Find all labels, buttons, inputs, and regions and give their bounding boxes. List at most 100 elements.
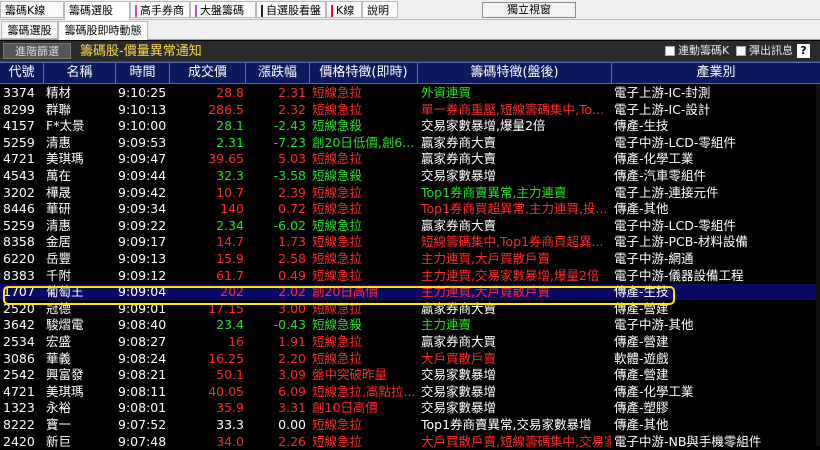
tab-color-mark — [331, 5, 333, 17]
table-row[interactable]: 4157 F*太景 9:10:00 28.1 -2.43 短線急殺 交易家數暴增,爆量2倍 傳… — [0, 118, 820, 134]
top-tab-label: 說明 — [367, 4, 389, 17]
stock-code-cell: 2520 — [3, 300, 35, 316]
table-row[interactable]: 2420 新巨 9:07:48 34.0 2.26 短線急拉 大戶買散戶賣,短線籌碼集中,交… — [0, 434, 820, 450]
table-row[interactable]: 8299 群聯 9:10:13 286.5 2.32 短線急拉 單一券商重壓,短線籌碼集中,… — [0, 102, 820, 118]
price-change-cell: 5.03 — [278, 151, 306, 167]
table-row[interactable]: 4543 萬在 9:09:44 32.3 -3.58 短線急殺 交易家數暴增 傳產-汽車零組件 — [0, 168, 820, 184]
top-tab-2[interactable]: 籌碼選股 — [64, 1, 130, 20]
price-feature-cell: 短線急殺 — [312, 168, 363, 183]
industry-cell: 傳產-其他 — [614, 417, 669, 432]
table-row[interactable]: 1707 葡萄王 9:09:04 202 2.02 創20日高價 主力連買,大戶買散戶賣 傳產… — [0, 284, 820, 301]
top-tab-1[interactable]: 籌碼K線 — [0, 1, 64, 18]
chip-feature-cell: 贏家券商大賣 — [421, 151, 497, 167]
price-change-cell: 6.09 — [278, 383, 306, 399]
chip-feature-cell: 交易家數暴增 — [421, 367, 497, 383]
table-row[interactable]: 8446 華研 9:09:34 140 0.72 短線急拉 Top1券商買超異常,主力連買,… — [0, 201, 820, 217]
table-row[interactable]: 3642 駿熠電 9:08:40 23.4 -0.43 短線急殺 主力連賣 電子中游-其他 — [0, 317, 820, 333]
table-row[interactable]: 3374 精材 9:10:25 28.8 2.31 短線急拉 外資連買 電子上游-IC-封測 — [0, 85, 820, 101]
top-tab-7[interactable]: 說明 — [362, 1, 398, 18]
industry-cell: 電子上游-PCB-材料設備 — [614, 234, 748, 250]
col-header-industry[interactable]: 產業別 — [612, 63, 820, 83]
top-tab-3[interactable]: 高手券商 — [130, 1, 190, 18]
trade-price-cell: 286.5 — [208, 101, 244, 117]
trade-price-cell: 35.9 — [216, 400, 244, 416]
stock-name-cell: 岳豐 — [46, 251, 72, 266]
table-row[interactable]: 2534 宏盛 9:08:27 16 1.91 短線急拉 贏家券商大買 傳產-營建 — [0, 334, 820, 350]
alert-time-cell: 9:09:12 — [118, 267, 167, 283]
price-change-cell: 0.72 — [278, 201, 306, 217]
table-row[interactable]: 2520 冠德 9:09:01 17.15 3.00 短線急拉 贏家券商大賣 傳產-營建 — [0, 301, 820, 317]
table-row[interactable]: 3086 華義 9:08:24 16.25 2.20 短線急拉 大戶買散戶賣 軟體-遊戲 — [0, 351, 820, 367]
float-window-button[interactable]: 獨立視窗 — [482, 2, 576, 18]
price-feature-cell: 創20日低價,創6... — [312, 134, 415, 150]
advanced-filter-button[interactable]: 進階篩選 — [3, 43, 71, 59]
subtab-chip-selection[interactable]: 籌碼選股 — [1, 21, 58, 39]
help-button[interactable]: ? — [797, 44, 810, 58]
chip-feature-cell: Top1券商買超異常,主力連買,投... — [421, 201, 608, 217]
table-row[interactable]: 2542 興富發 9:08:21 50.1 3.09 盤中突破昨量 交易家數暴增 傳產-營建 — [0, 367, 820, 383]
trade-price-cell: 16.25 — [208, 350, 244, 366]
table-row[interactable]: 6220 岳豐 9:09:13 15.9 2.58 短線急拉 主力連買,大戶買散戶賣 電子中游… — [0, 251, 820, 267]
stock-name-cell: 寶一 — [46, 417, 72, 432]
col-header-change[interactable]: 漲跌幅 — [246, 63, 310, 83]
table-row[interactable]: 4721 美琪瑪 9:08:11 40.05 6.09 短線急拉,高點拉... 交易家數暴增… — [0, 384, 820, 400]
chip-feature-cell: 主力連買,大戶買散戶賣 — [421, 251, 550, 266]
stock-code-cell: 8383 — [3, 267, 35, 283]
top-tab-4[interactable]: 大盤籌碼 — [190, 1, 256, 18]
col-header-price-feature[interactable]: 價格特徵(即時) — [310, 63, 418, 83]
industry-cell: 電子中游-NB與手機零組件 — [614, 433, 762, 449]
chip-feature-cell: 大戶買散戶賣 — [421, 350, 497, 366]
table-row[interactable]: 8383 千附 9:09:12 61.7 0.49 短線急拉 主力連買,交易家數暴增,爆量2… — [0, 268, 820, 284]
top-tab-5[interactable]: 自選股看盤 — [256, 1, 326, 18]
industry-cell: 電子上游-連接元件 — [614, 184, 719, 200]
col-header-chip-feature[interactable]: 籌碼特徵(盤後) — [418, 63, 612, 83]
tab-color-mark — [261, 5, 263, 17]
col-header-name[interactable]: 名稱 — [44, 63, 116, 83]
stock-code-cell: 4721 — [3, 383, 35, 399]
table-row[interactable]: 1323 永裕 9:08:01 35.9 3.31 創10日高價 交易家數暴增 傳產-塑膠 — [0, 400, 820, 416]
chip-feature-cell: 交易家數暴增 — [421, 383, 497, 399]
table-row[interactable]: 3202 樺晟 9:09:42 10.7 2.39 短線急拉 Top1券商賣異常,主力連賣 電… — [0, 185, 820, 201]
trade-price-cell: 32.3 — [216, 168, 244, 183]
table-header: 代號 名稱 時間 成交價 漲跌幅 價格特徵(即時) 籌碼特徵(盤後) 產業別 — [0, 62, 820, 84]
subtab-realtime-alerts[interactable]: 籌碼股即時動態 — [58, 21, 148, 40]
table-row[interactable]: 8222 寶一 9:07:52 33.3 0.00 短線急拉 Top1券商賣異常,交易家數暴… — [0, 417, 820, 433]
trade-price-cell: 61.7 — [216, 267, 244, 283]
trade-price-cell: 33.3 — [216, 417, 244, 432]
trade-price-cell: 10.7 — [216, 184, 244, 200]
stock-code-cell: 8299 — [3, 101, 35, 117]
chip-feature-cell: Top1券商賣異常,交易家數暴增 — [421, 417, 592, 432]
stock-code-cell: 4543 — [3, 168, 35, 183]
price-change-cell: 2.32 — [278, 101, 306, 117]
col-header-price[interactable]: 成交價 — [170, 63, 246, 83]
col-header-time[interactable]: 時間 — [116, 63, 170, 83]
price-change-cell: -7.23 — [273, 134, 306, 150]
table-row[interactable]: 5259 清惠 9:09:22 2.34 -6.02 短線急拉 贏家券商大賣 電子中游-LCD… — [0, 218, 820, 234]
col-header-code[interactable]: 代號 — [0, 63, 44, 83]
link-kline-checkbox[interactable] — [665, 46, 675, 56]
popup-message-checkbox[interactable] — [736, 46, 746, 56]
trade-price-cell: 14.7 — [216, 234, 244, 250]
price-change-cell: 2.39 — [278, 184, 306, 200]
stock-name-cell: 金居 — [46, 234, 72, 250]
industry-cell: 電子上游-IC-封測 — [614, 85, 711, 100]
industry-cell: 軟體-遊戲 — [614, 350, 669, 366]
stock-code-cell: 5259 — [3, 217, 35, 233]
table-row[interactable]: 8358 金居 9:09:17 14.7 1.73 短線急拉 短線籌碼集中,Top1券商買超… — [0, 234, 820, 250]
table-row[interactable]: 5259 清惠 9:09:53 2.31 -7.23 創20日低價,創6... 贏家券商大賣… — [0, 135, 820, 151]
stock-code-cell: 4721 — [3, 151, 35, 167]
trade-price-cell: 15.9 — [216, 251, 244, 266]
top-tab-6[interactable]: K線 — [326, 1, 362, 18]
stock-code-cell: 2542 — [3, 367, 35, 383]
scrollbar[interactable] — [816, 84, 820, 446]
stock-name-cell: 葡萄王 — [46, 284, 84, 300]
chip-feature-cell: 交易家數暴增,爆量2倍 — [421, 118, 546, 134]
industry-cell: 傳產-生技 — [614, 284, 669, 300]
alert-time-cell: 9:09:04 — [118, 284, 167, 300]
price-feature-cell: 短線急拉 — [312, 350, 363, 366]
price-feature-cell: 短線急拉,高點拉... — [312, 383, 416, 399]
alert-time-cell: 9:07:52 — [118, 417, 167, 432]
stock-code-cell: 8446 — [3, 201, 35, 217]
table-row[interactable]: 4721 美琪瑪 9:09:47 39.65 5.03 短線急拉 贏家券商大賣 傳產-化學工業 — [0, 151, 820, 167]
stock-name-cell: 永裕 — [46, 400, 72, 416]
